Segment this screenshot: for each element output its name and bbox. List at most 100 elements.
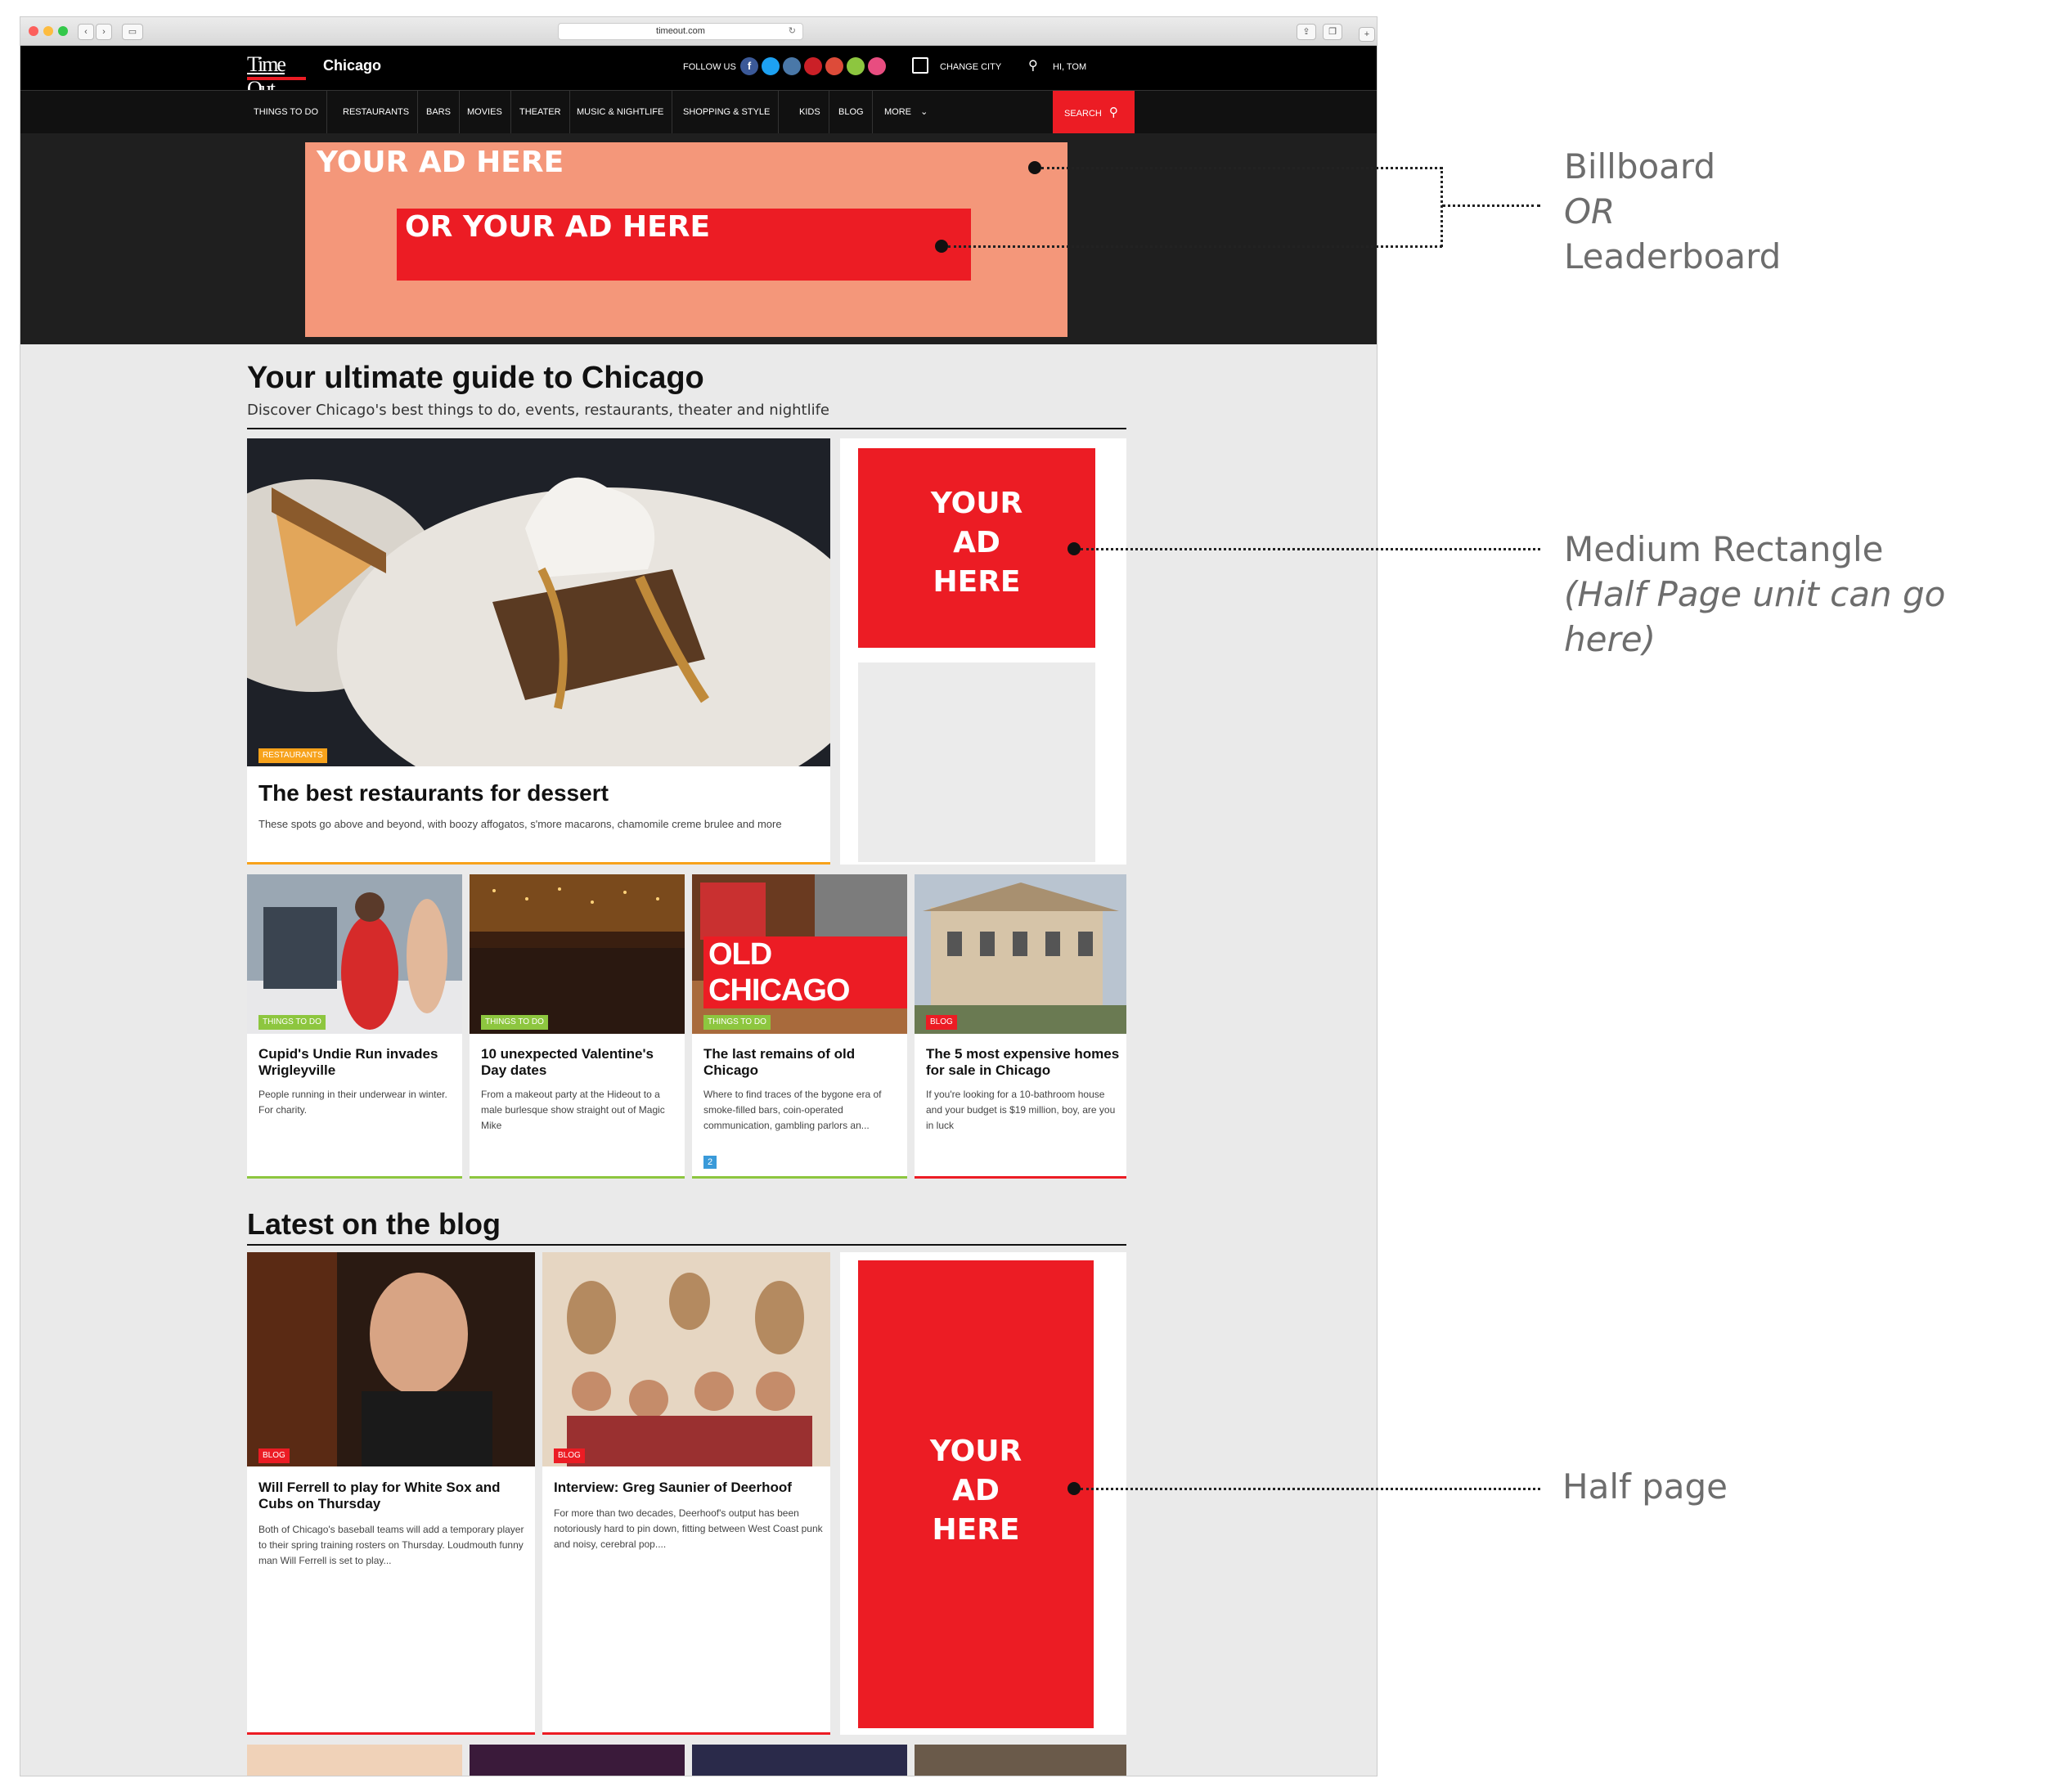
gallery-count-badge: 2 bbox=[703, 1156, 717, 1169]
change-city-link[interactable]: CHANGE CITY bbox=[940, 62, 1001, 72]
half-page-callout: Half page bbox=[1562, 1466, 1728, 1507]
category-tag[interactable]: THINGS TO DO bbox=[481, 1015, 548, 1030]
medium-ad-text: YOUR AD HERE bbox=[930, 487, 1023, 599]
card-title[interactable]: The 5 most expensive homes for sale in C… bbox=[926, 1046, 1122, 1079]
user-greeting[interactable]: HI, TOM bbox=[1053, 62, 1086, 72]
card-photo-peek bbox=[692, 1745, 907, 1776]
nav-restaurants[interactable]: RESTAURANTS bbox=[335, 91, 419, 134]
card-desc: If you're looking for a 10-bathroom hous… bbox=[926, 1089, 1116, 1131]
chevron-down-icon: ⌄ bbox=[920, 107, 928, 117]
nav-bars[interactable]: BARS bbox=[418, 91, 460, 134]
list-item[interactable]: THINGS TO DO Cupid's Undie Run invades W… bbox=[247, 874, 462, 1179]
twitter-icon[interactable] bbox=[762, 57, 780, 75]
card-photo bbox=[470, 874, 685, 1034]
browser-toolbar: ‹ › ▭ timeout.com ↻ ⇪ ❐ + bbox=[20, 17, 1377, 46]
category-tag[interactable]: BLOG bbox=[258, 1448, 290, 1463]
timeout-logo[interactable]: Time Out bbox=[247, 52, 306, 101]
blog-divider bbox=[247, 1244, 1126, 1246]
feature-card[interactable]: RESTAURANTS The best restaurants for des… bbox=[247, 438, 830, 865]
title-divider bbox=[247, 428, 1126, 429]
medium-rectangle-ad[interactable]: YOUR AD HERE bbox=[858, 448, 1095, 648]
url-text: timeout.com bbox=[656, 26, 705, 36]
card-title[interactable]: 10 unexpected Valentine's Day dates bbox=[481, 1046, 677, 1079]
facebook-icon[interactable]: f bbox=[740, 57, 758, 75]
address-bar[interactable]: timeout.com ↻ bbox=[558, 23, 803, 40]
reload-icon[interactable]: ↻ bbox=[789, 24, 796, 39]
half-page-ad-column: YOUR AD HERE bbox=[840, 1252, 1126, 1735]
foursquare-icon[interactable] bbox=[868, 57, 886, 75]
old-chicago-overlay: OLD CHICAGO bbox=[703, 936, 907, 1008]
card-desc: Where to find traces of the bygone era o… bbox=[703, 1089, 882, 1131]
feature-title[interactable]: The best restaurants for dessert bbox=[258, 780, 609, 806]
spotify-icon[interactable] bbox=[847, 57, 865, 75]
nav-movies[interactable]: MOVIES bbox=[459, 91, 511, 134]
card-photo: OLD CHICAGO bbox=[692, 874, 907, 1034]
city-name: Chicago bbox=[323, 57, 382, 74]
forward-icon[interactable]: › bbox=[96, 24, 112, 40]
nav-shopping-style[interactable]: SHOPPING & STYLE bbox=[675, 91, 780, 134]
card-photo bbox=[247, 874, 462, 1034]
category-tag[interactable]: THINGS TO DO bbox=[703, 1015, 771, 1030]
category-tag[interactable]: RESTAURANTS bbox=[258, 748, 327, 763]
close-window-icon[interactable] bbox=[29, 26, 38, 36]
half-page-marker bbox=[1067, 1482, 1081, 1495]
card-title[interactable]: The last remains of old Chicago bbox=[703, 1046, 900, 1079]
sidebar-ad-column: YOUR AD HERE bbox=[840, 438, 1126, 865]
billboard-connector bbox=[1041, 167, 1442, 169]
category-tag[interactable]: BLOG bbox=[926, 1015, 957, 1030]
list-item[interactable]: BLOG The 5 most expensive homes for sale… bbox=[915, 874, 1126, 1179]
nav-music-nightlife[interactable]: MUSIC & NIGHTLIFE bbox=[569, 91, 673, 134]
leaderboard-ad-text: OR YOUR AD HERE bbox=[405, 210, 711, 244]
half-page-ad[interactable]: YOUR AD HERE bbox=[858, 1260, 1094, 1728]
card-photo-peek bbox=[470, 1745, 685, 1776]
feature-desc: These spots go above and beyond, with bo… bbox=[258, 818, 782, 830]
card-photo-peek bbox=[247, 1745, 462, 1776]
nav-more[interactable]: MORE ⌄ bbox=[876, 91, 936, 134]
category-tag[interactable]: BLOG bbox=[554, 1448, 585, 1463]
pinterest-icon[interactable] bbox=[804, 57, 822, 75]
medium-rect-callout: Medium Rectangle (Half Page unit can go … bbox=[1564, 529, 1946, 659]
nav-things-to-do[interactable]: THINGS TO DO bbox=[245, 91, 328, 134]
change-city-icon[interactable] bbox=[912, 57, 928, 74]
blog-post-title[interactable]: Will Ferrell to play for White Sox and C… bbox=[258, 1480, 528, 1512]
site-header: Time Out Chicago FOLLOW US f CHANGE CITY… bbox=[20, 46, 1377, 101]
card-title[interactable]: Cupid's Undie Run invades Wrigleyville bbox=[258, 1046, 455, 1079]
share-icon[interactable]: ⇪ bbox=[1297, 24, 1316, 40]
blog-post[interactable]: BLOG Interview: Greg Saunier of Deerhoof… bbox=[542, 1252, 830, 1735]
list-item[interactable]: OLD CHICAGO THINGS TO DO The last remain… bbox=[692, 874, 907, 1179]
billboard-callout-connector bbox=[1442, 204, 1540, 207]
dessert-photo bbox=[247, 438, 830, 766]
nav-theater[interactable]: THEATER bbox=[511, 91, 570, 134]
page-subtitle: Discover Chicago's best things to do, ev… bbox=[247, 402, 830, 419]
blog-post[interactable]: BLOG Will Ferrell to play for White Sox … bbox=[247, 1252, 535, 1735]
list-item[interactable]: THINGS TO DO 10 unexpected Valentine's D… bbox=[470, 874, 685, 1179]
instagram-icon[interactable] bbox=[783, 57, 801, 75]
back-icon[interactable]: ‹ bbox=[78, 24, 94, 40]
new-tab-icon[interactable]: + bbox=[1359, 27, 1375, 42]
billboard-ad-text: YOUR AD HERE bbox=[317, 146, 564, 179]
googleplus-icon[interactable] bbox=[825, 57, 843, 75]
category-tag[interactable]: THINGS TO DO bbox=[258, 1015, 326, 1030]
nav-more-label: MORE bbox=[884, 107, 911, 117]
half-page-connector bbox=[1081, 1488, 1540, 1490]
search-label: SEARCH bbox=[1064, 109, 1102, 119]
minimize-window-icon[interactable] bbox=[43, 26, 53, 36]
main-nav: THINGS TO DO RESTAURANTS BARS MOVIES THE… bbox=[20, 90, 1377, 134]
user-icon[interactable]: ⚲ bbox=[1028, 57, 1043, 74]
leaderboard-connector bbox=[948, 245, 1442, 248]
maximize-window-icon[interactable] bbox=[58, 26, 68, 36]
tabs-icon[interactable]: ❐ bbox=[1323, 24, 1342, 40]
nav-kids[interactable]: KIDS bbox=[791, 91, 829, 134]
search-button[interactable]: SEARCH ⚲ bbox=[1053, 91, 1135, 134]
leaderboard-marker bbox=[935, 240, 948, 253]
nav-blog[interactable]: BLOG bbox=[830, 91, 873, 134]
blog-post-title[interactable]: Interview: Greg Saunier of Deerhoof bbox=[554, 1480, 824, 1496]
bracket-connector bbox=[1440, 167, 1443, 247]
blog-post-desc: Both of Chicago's baseball teams will ad… bbox=[258, 1524, 524, 1566]
card-desc: From a makeout party at the Hideout to a… bbox=[481, 1089, 665, 1131]
leaderboard-ad[interactable]: OR YOUR AD HERE bbox=[397, 209, 971, 281]
card-photo-peek bbox=[915, 1745, 1126, 1776]
deerhoof-photo bbox=[542, 1252, 830, 1466]
medium-rect-connector bbox=[1081, 548, 1540, 550]
sidebar-icon[interactable]: ▭ bbox=[122, 24, 143, 40]
